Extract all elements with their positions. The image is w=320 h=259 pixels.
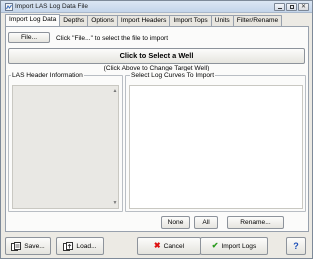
save-icon bbox=[11, 241, 22, 251]
tab-filter-rename[interactable]: Filter/Rename bbox=[232, 15, 283, 26]
load-icon bbox=[63, 241, 74, 251]
maximize-button[interactable] bbox=[286, 3, 297, 11]
maximize-icon bbox=[290, 5, 294, 9]
help-icon: ? bbox=[293, 240, 299, 251]
tab-bar: Import Log Data Depths Options Import He… bbox=[5, 14, 283, 26]
import-las-dialog: Import LAS Log Data File ✕ Import Log Da… bbox=[0, 0, 313, 259]
tab-import-log-data[interactable]: Import Log Data bbox=[5, 14, 61, 26]
import-log-data-panel: File... Click "File..." to select the fi… bbox=[5, 26, 309, 232]
scroll-up-icon[interactable]: ▲ bbox=[112, 88, 118, 94]
window-controls: ✕ bbox=[274, 3, 309, 11]
load-label: Load... bbox=[76, 242, 97, 250]
load-button[interactable]: Load... bbox=[56, 237, 104, 255]
las-header-list[interactable]: ▲ ▼ bbox=[12, 85, 119, 209]
cancel-button[interactable]: ✖ Cancel bbox=[137, 237, 201, 255]
help-button[interactable]: ? bbox=[286, 237, 306, 255]
las-file-icon bbox=[5, 3, 13, 11]
log-curves-label: Select Log Curves To Import bbox=[130, 71, 216, 80]
tab-units[interactable]: Units bbox=[210, 15, 234, 26]
save-label: Save... bbox=[24, 242, 45, 250]
minimize-button[interactable] bbox=[274, 3, 285, 11]
las-header-label: LAS Header Information bbox=[11, 71, 84, 80]
las-header-scrollbar[interactable]: ▲ ▼ bbox=[112, 86, 118, 208]
select-well-button[interactable]: Click to Select a Well bbox=[8, 48, 305, 64]
scroll-down-icon[interactable]: ▼ bbox=[112, 200, 118, 206]
select-none-button[interactable]: None bbox=[161, 216, 190, 229]
save-button[interactable]: Save... bbox=[5, 237, 51, 255]
tab-import-tops[interactable]: Import Tops bbox=[169, 15, 212, 26]
close-icon: ✕ bbox=[300, 4, 307, 10]
minimize-icon bbox=[278, 8, 282, 9]
tab-options[interactable]: Options bbox=[87, 15, 118, 26]
cancel-x-icon: ✖ bbox=[153, 241, 161, 250]
rename-button[interactable]: Rename... bbox=[227, 216, 284, 229]
las-header-group: LAS Header Information ▲ ▼ bbox=[8, 71, 123, 212]
tab-depths[interactable]: Depths bbox=[59, 15, 89, 26]
checkmark-icon: ✔ bbox=[211, 241, 219, 250]
file-button[interactable]: File... bbox=[8, 32, 50, 43]
close-button[interactable]: ✕ bbox=[298, 3, 309, 11]
log-curves-group: Select Log Curves To Import bbox=[125, 71, 306, 212]
title-bar: Import LAS Log Data File ✕ bbox=[1, 1, 312, 13]
file-hint: Click "File..." to select the file to im… bbox=[56, 35, 169, 42]
import-logs-button[interactable]: ✔ Import Logs bbox=[200, 237, 268, 255]
cancel-label: Cancel bbox=[163, 242, 185, 250]
import-logs-label: Import Logs bbox=[221, 242, 257, 250]
log-curves-list[interactable] bbox=[129, 85, 303, 209]
select-all-button[interactable]: All bbox=[194, 216, 218, 229]
window-title: Import LAS Log Data File bbox=[15, 3, 88, 10]
tab-import-headers[interactable]: Import Headers bbox=[116, 15, 171, 26]
